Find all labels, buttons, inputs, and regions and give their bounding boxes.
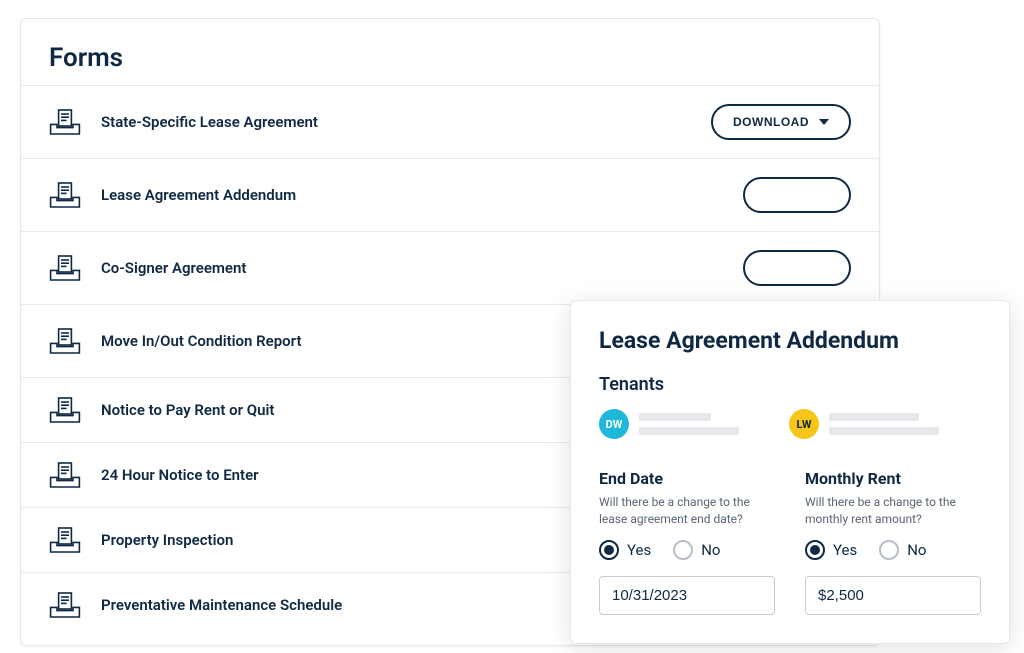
document-tray-icon: [49, 327, 81, 355]
document-tray-icon: [49, 591, 81, 619]
tenants-row: DW LW: [599, 409, 981, 439]
form-row: State-Specific Lease Agreement DOWNLOAD: [21, 85, 879, 158]
monthly-rent-input[interactable]: [805, 576, 981, 615]
addendum-panel: Lease Agreement Addendum Tenants DW LW E…: [570, 300, 1010, 644]
form-row: Co-Signer Agreement: [21, 231, 879, 304]
avatar: LW: [789, 409, 819, 439]
monthly-rent-title: Monthly Rent: [805, 469, 981, 488]
download-button[interactable]: DOWNLOAD: [711, 104, 851, 140]
tenant-name-placeholder: [829, 413, 939, 435]
forms-title: Forms: [21, 43, 879, 85]
radio-no-label: No: [907, 541, 926, 559]
form-row-left: Property Inspection: [49, 526, 233, 554]
avatar: DW: [599, 409, 629, 439]
radio-icon: [805, 540, 825, 560]
form-name: Co-Signer Agreement: [101, 259, 246, 277]
form-name: Notice to Pay Rent or Quit: [101, 401, 274, 419]
tenants-label: Tenants: [599, 374, 981, 395]
radio-yes-label: Yes: [627, 541, 651, 559]
form-name: 24 Hour Notice to Enter: [101, 466, 259, 484]
document-tray-icon: [49, 254, 81, 282]
download-button[interactable]: [743, 250, 851, 286]
radio-icon: [673, 540, 693, 560]
form-row-left: Co-Signer Agreement: [49, 254, 246, 282]
form-name: State-Specific Lease Agreement: [101, 113, 318, 131]
monthly-rent-radio-group: Yes No: [805, 540, 981, 560]
tenant-item[interactable]: DW: [599, 409, 739, 439]
monthly-rent-desc: Will there be a change to the monthly re…: [805, 494, 981, 528]
end-date-question: End Date Will there be a change to the l…: [599, 469, 775, 615]
radio-icon: [879, 540, 899, 560]
document-tray-icon: [49, 461, 81, 489]
document-tray-icon: [49, 181, 81, 209]
document-tray-icon: [49, 396, 81, 424]
form-row-left: State-Specific Lease Agreement: [49, 108, 318, 136]
form-name: Property Inspection: [101, 531, 233, 549]
tenant-name-placeholder: [639, 413, 739, 435]
document-tray-icon: [49, 526, 81, 554]
form-name: Lease Agreement Addendum: [101, 186, 296, 204]
caret-down-icon: [819, 119, 829, 125]
questions-row: End Date Will there be a change to the l…: [599, 469, 981, 615]
download-label: DOWNLOAD: [733, 115, 809, 129]
radio-icon: [599, 540, 619, 560]
form-name: Preventative Maintenance Schedule: [101, 596, 342, 614]
form-row: Lease Agreement Addendum: [21, 158, 879, 231]
end-date-radio-no[interactable]: No: [673, 540, 720, 560]
form-row-left: Move In/Out Condition Report: [49, 327, 301, 355]
radio-no-label: No: [701, 541, 720, 559]
radio-yes-label: Yes: [833, 541, 857, 559]
monthly-rent-radio-no[interactable]: No: [879, 540, 926, 560]
document-tray-icon: [49, 108, 81, 136]
end-date-input[interactable]: [599, 576, 775, 615]
form-name: Move In/Out Condition Report: [101, 332, 301, 350]
download-button[interactable]: [743, 177, 851, 213]
form-row-left: Notice to Pay Rent or Quit: [49, 396, 274, 424]
end-date-radio-yes[interactable]: Yes: [599, 540, 651, 560]
end-date-title: End Date: [599, 469, 775, 488]
addendum-title: Lease Agreement Addendum: [599, 327, 981, 354]
tenant-item[interactable]: LW: [789, 409, 939, 439]
monthly-rent-question: Monthly Rent Will there be a change to t…: [805, 469, 981, 615]
form-row-left: 24 Hour Notice to Enter: [49, 461, 259, 489]
end-date-desc: Will there be a change to the lease agre…: [599, 494, 775, 528]
monthly-rent-radio-yes[interactable]: Yes: [805, 540, 857, 560]
end-date-radio-group: Yes No: [599, 540, 775, 560]
form-row-left: Lease Agreement Addendum: [49, 181, 296, 209]
form-row-left: Preventative Maintenance Schedule: [49, 591, 342, 619]
